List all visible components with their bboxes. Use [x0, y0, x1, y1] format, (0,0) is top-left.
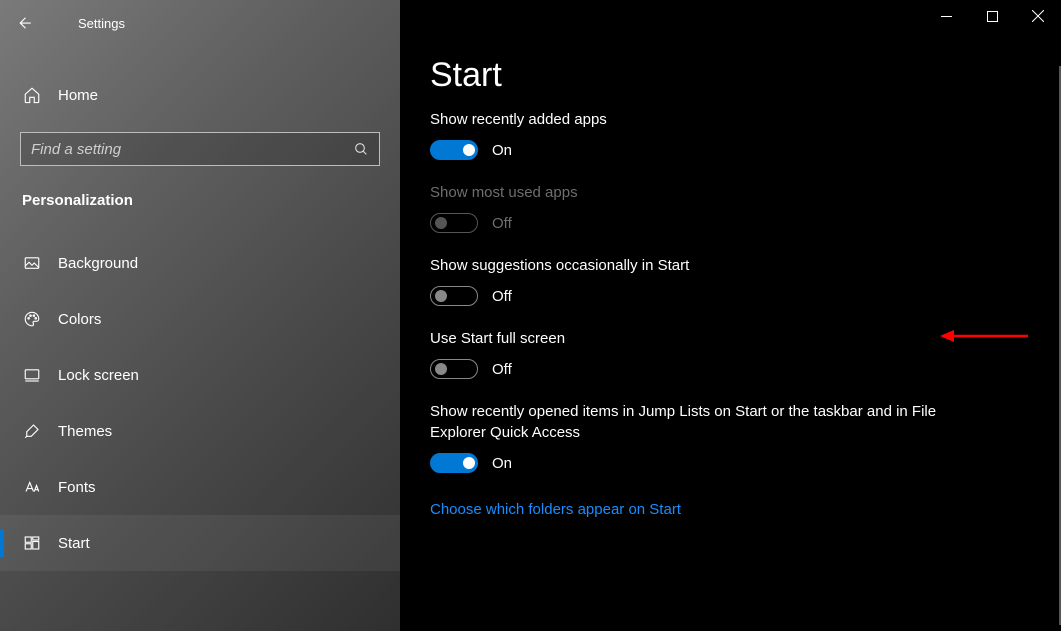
toggle-full-screen[interactable] [430, 359, 478, 379]
sidebar-category: Personalization [0, 166, 400, 227]
sidebar-item-themes[interactable]: Themes [0, 403, 400, 459]
setting-label: Show suggestions occasionally in Start [430, 255, 990, 276]
start-tiles-icon [22, 534, 42, 552]
toggle-state-text: Off [492, 288, 512, 305]
search-box[interactable] [20, 132, 380, 166]
sidebar-item-label: Background [58, 255, 138, 272]
sidebar-item-lock-screen[interactable]: Lock screen [0, 347, 400, 403]
sidebar-item-background[interactable]: Background [0, 235, 400, 291]
toggle-row: Off [430, 213, 990, 233]
picture-icon [22, 254, 42, 272]
link-choose-folders[interactable]: Choose which folders appear on Start [430, 501, 681, 518]
toggle-suggestions[interactable] [430, 286, 478, 306]
sidebar-item-label: Lock screen [58, 367, 139, 384]
lock-screen-icon [22, 366, 42, 384]
settings-window: Settings Home Personalization Backgro [0, 0, 1061, 631]
toggle-state-text: On [492, 455, 512, 472]
sidebar-home[interactable]: Home [0, 72, 400, 118]
toggle-state-text: Off [492, 361, 512, 378]
sidebar-item-label: Colors [58, 311, 101, 328]
sidebar: Settings Home Personalization Backgro [0, 0, 400, 631]
search-icon [353, 141, 369, 157]
setting-recently-added: Show recently added apps On [430, 109, 990, 160]
close-button[interactable] [1015, 0, 1061, 32]
sidebar-nav: Background Colors Lock screen Themes [0, 235, 400, 571]
setting-label: Show recently opened items in Jump Lists… [430, 401, 990, 443]
toggle-row: On [430, 453, 990, 473]
minimize-button[interactable] [923, 0, 969, 32]
close-icon [1032, 10, 1044, 22]
setting-full-screen: Use Start full screen Off [430, 328, 990, 379]
setting-most-used: Show most used apps Off [430, 182, 990, 233]
brush-icon [22, 422, 42, 440]
toggle-recently-added[interactable] [430, 140, 478, 160]
setting-jumplists: Show recently opened items in Jump Lists… [430, 401, 990, 473]
titlebar-buttons [923, 0, 1061, 32]
back-button[interactable] [0, 0, 48, 46]
content-area: Start Show recently added apps On Show m… [400, 0, 1061, 631]
page: Start Show recently added apps On Show m… [400, 0, 1020, 519]
sidebar-item-label: Themes [58, 423, 112, 440]
sidebar-header: Settings [0, 0, 400, 46]
home-icon [22, 86, 42, 104]
minimize-icon [941, 11, 952, 22]
arrow-left-icon [15, 14, 33, 32]
toggle-state-text: Off [492, 215, 512, 232]
page-title: Start [430, 56, 990, 95]
setting-label: Show most used apps [430, 182, 990, 203]
toggle-jumplists[interactable] [430, 453, 478, 473]
sidebar-item-fonts[interactable]: Fonts [0, 459, 400, 515]
search-input[interactable] [31, 141, 353, 158]
window-title: Settings [48, 16, 125, 31]
toggle-most-used [430, 213, 478, 233]
sidebar-item-colors[interactable]: Colors [0, 291, 400, 347]
maximize-button[interactable] [969, 0, 1015, 32]
maximize-icon [987, 11, 998, 22]
search-wrap [20, 132, 380, 166]
font-icon [22, 478, 42, 496]
sidebar-home-label: Home [58, 87, 98, 104]
toggle-row: On [430, 140, 990, 160]
toggle-row: Off [430, 359, 990, 379]
sidebar-item-label: Fonts [58, 479, 96, 496]
setting-label: Show recently added apps [430, 109, 990, 130]
toggle-row: Off [430, 286, 990, 306]
palette-icon [22, 310, 42, 328]
setting-suggestions: Show suggestions occasionally in Start O… [430, 255, 990, 306]
sidebar-item-label: Start [58, 535, 90, 552]
setting-label: Use Start full screen [430, 328, 990, 349]
sidebar-item-start[interactable]: Start [0, 515, 400, 571]
toggle-state-text: On [492, 142, 512, 159]
